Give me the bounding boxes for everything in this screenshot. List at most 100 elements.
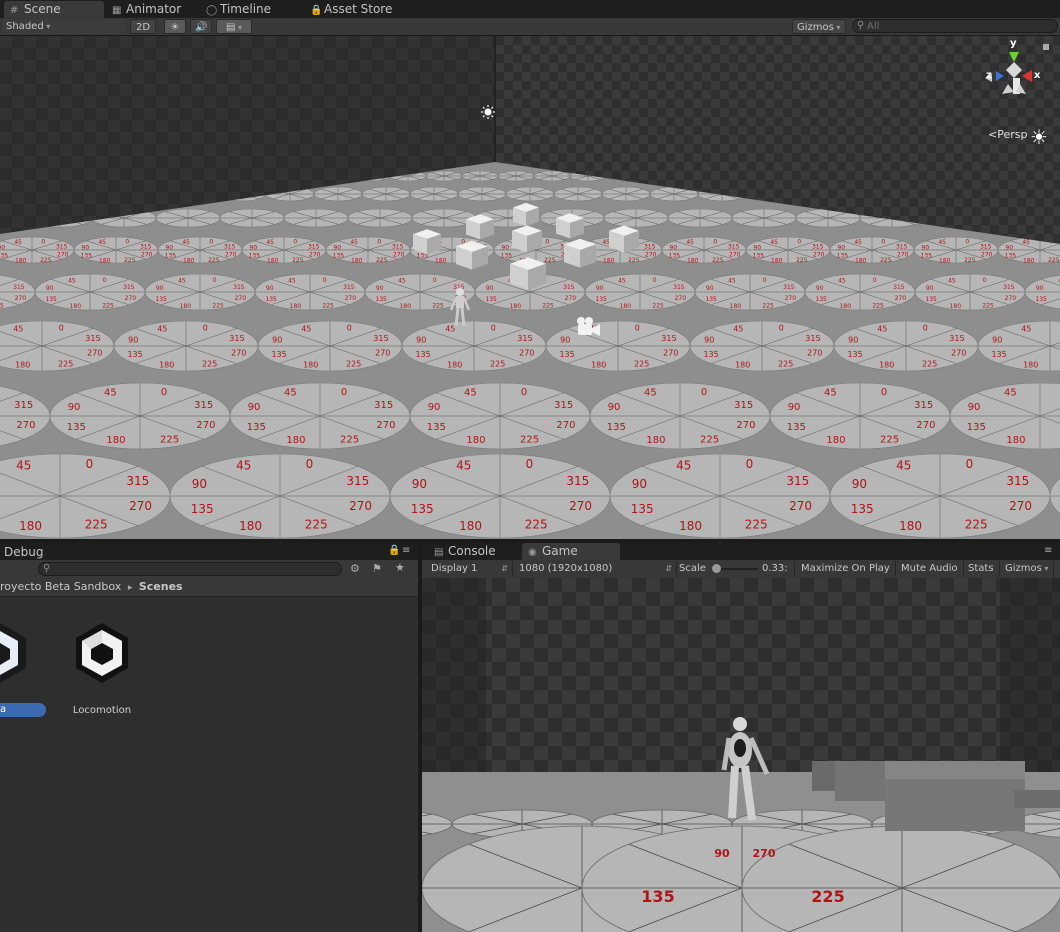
angle-label: 45 <box>288 277 296 284</box>
cube[interactable] <box>556 213 584 239</box>
angle-label: 225 <box>102 303 114 310</box>
cube[interactable] <box>513 202 539 227</box>
protractor-disc <box>505 186 555 202</box>
angle-label: 0 <box>491 324 496 333</box>
breadcrumb-parent[interactable]: royecto Beta Sandbox <box>0 580 121 593</box>
panel-menu-icon[interactable]: ≡ <box>402 545 410 556</box>
lighting-toggle-button[interactable]: ☀ <box>164 19 186 34</box>
cube[interactable] <box>609 225 639 253</box>
scene-gizmos-dropdown[interactable]: Gizmos <box>792 19 846 34</box>
scale-slider-thumb[interactable] <box>712 564 722 573</box>
tab-asset-store[interactable]: 🔒 Asset Store <box>304 1 398 18</box>
angle-label: 90 <box>706 285 714 292</box>
shading-mode-dropdown[interactable]: Shaded <box>2 19 126 34</box>
y-axis-cone[interactable] <box>1009 52 1019 62</box>
angle-label: 90 <box>486 285 494 292</box>
x-axis-cone[interactable] <box>1022 70 1032 82</box>
asset-item-selected[interactable] <box>0 621 30 685</box>
orientation-gizmo[interactable]: y z x <box>978 38 1058 120</box>
scene-search-input[interactable]: ⚲ All <box>852 19 1058 33</box>
display-dropdown[interactable]: Display 1 ⇵ <box>426 561 513 577</box>
resolution-dropdown[interactable]: 1080 (1920x1080) ⇵ <box>514 561 677 577</box>
favorites-star-icon[interactable]: ★ <box>395 561 405 574</box>
angle-label: 270 <box>125 295 137 302</box>
gizmo-z-label: z <box>986 70 992 81</box>
effects-dropdown[interactable]: ▤ ▾ <box>216 19 252 34</box>
angle-label: 135 <box>1035 296 1047 303</box>
stats-toggle[interactable]: Stats <box>963 561 1000 577</box>
2d-toggle-button[interactable]: 2D <box>130 19 156 34</box>
angle-label: 180 <box>771 258 783 265</box>
angle-label: 270 <box>645 251 657 258</box>
angle-label: 225 <box>202 360 217 369</box>
angle-label: 315 <box>140 244 152 251</box>
mute-audio-toggle[interactable]: Mute Audio <box>896 561 964 577</box>
scene-view[interactable]: 2702251801359045031527022518013590450315… <box>0 36 1060 539</box>
angle-label: 135 <box>705 296 717 303</box>
lock-icon[interactable]: 🔒 <box>388 545 400 556</box>
protractor-disc <box>347 208 413 228</box>
filter-by-label-icon[interactable]: ⚑ <box>372 562 382 575</box>
angle-label: 225 <box>922 360 937 369</box>
angle-label: 135 <box>427 422 446 433</box>
angle-label: 45 <box>896 458 911 472</box>
angle-label: 180 <box>303 360 318 369</box>
game-toolbar: Display 1 ⇵ 1080 (1920x1080) ⇵ Scale 0.33:… <box>422 560 1060 579</box>
scene-render: 2702251801359045031527022518013590450315… <box>0 36 1060 539</box>
scale-value: 0.33: <box>762 563 788 574</box>
protractor-disc <box>601 186 651 202</box>
angle-label: 45 <box>948 277 956 284</box>
panel-menu-icon[interactable]: ≡ <box>1044 545 1052 556</box>
angle-label: 225 <box>208 257 220 264</box>
z-axis-cone[interactable] <box>996 71 1004 81</box>
tab-console[interactable]: ▤ Console <box>428 543 502 560</box>
angle-label: 225 <box>160 434 179 445</box>
cube[interactable] <box>512 225 542 253</box>
angle-label: 315 <box>673 284 685 291</box>
store-icon: 🔒 <box>310 5 323 16</box>
debug-tab-label[interactable]: Debug <box>4 545 43 559</box>
angle-label: 270 <box>309 251 321 258</box>
scene-tab-bar: # Scene ▦ Animator ◯ Timeline 🔒 Asset Store <box>0 0 1060 18</box>
tab-game[interactable]: ◉ Game <box>522 543 620 560</box>
angle-label: 45 <box>854 239 862 246</box>
projection-toggle[interactable]: <Persp <box>988 128 1027 141</box>
protractor-disc: 270 225 180 135 90 45 0 315 <box>113 320 259 372</box>
angle-label: 225 <box>982 303 994 310</box>
breadcrumb-current[interactable]: Scenes <box>139 580 183 593</box>
angle-label: 315 <box>56 244 68 251</box>
asset-item-locomotion[interactable] <box>72 621 132 685</box>
angle-label: 180 <box>679 519 702 533</box>
angle-label: 315 <box>644 244 656 251</box>
search-icon: ⚲ <box>857 20 865 31</box>
cube[interactable] <box>564 238 596 268</box>
unity-scene-icon <box>0 623 26 683</box>
cube[interactable] <box>466 214 494 240</box>
angle-label: 270 <box>981 251 993 258</box>
cube[interactable] <box>456 240 488 270</box>
cube[interactable] <box>510 257 546 290</box>
filter-by-type-icon[interactable]: ⚙ <box>350 562 360 575</box>
angle-label: 45 <box>445 324 455 333</box>
tab-scene[interactable]: # Scene <box>4 1 104 18</box>
game-view[interactable]: 90 270 135 225 <box>422 578 1060 932</box>
angle-label: 45 <box>104 388 117 399</box>
game-gizmos-dropdown[interactable]: Gizmos <box>1000 561 1055 577</box>
project-assets-grid: a Locomotion <box>0 597 418 932</box>
protractor-disc: 270 225 180 135 90 45 0 315 <box>609 453 831 539</box>
project-search-input[interactable]: ⚲ <box>38 562 342 576</box>
angle-label: 315 <box>1003 284 1015 291</box>
angle-label: 135 <box>45 296 57 303</box>
maximize-on-play-toggle[interactable]: Maximize On Play <box>796 561 896 577</box>
scale-label: Scale <box>679 563 706 574</box>
angle-label: 90 <box>852 477 867 491</box>
angle-label: 225 <box>652 303 664 310</box>
angle-label: 315 <box>229 334 244 343</box>
grid-icon: # <box>10 5 19 16</box>
audio-toggle-button[interactable]: 🔊 <box>190 19 212 34</box>
angle-label: 225 <box>124 257 136 264</box>
tab-timeline[interactable]: ◯ Timeline <box>200 1 277 18</box>
cube[interactable] <box>413 229 441 255</box>
angle-label: 90 <box>428 402 441 413</box>
tab-animator[interactable]: ▦ Animator <box>106 1 187 18</box>
